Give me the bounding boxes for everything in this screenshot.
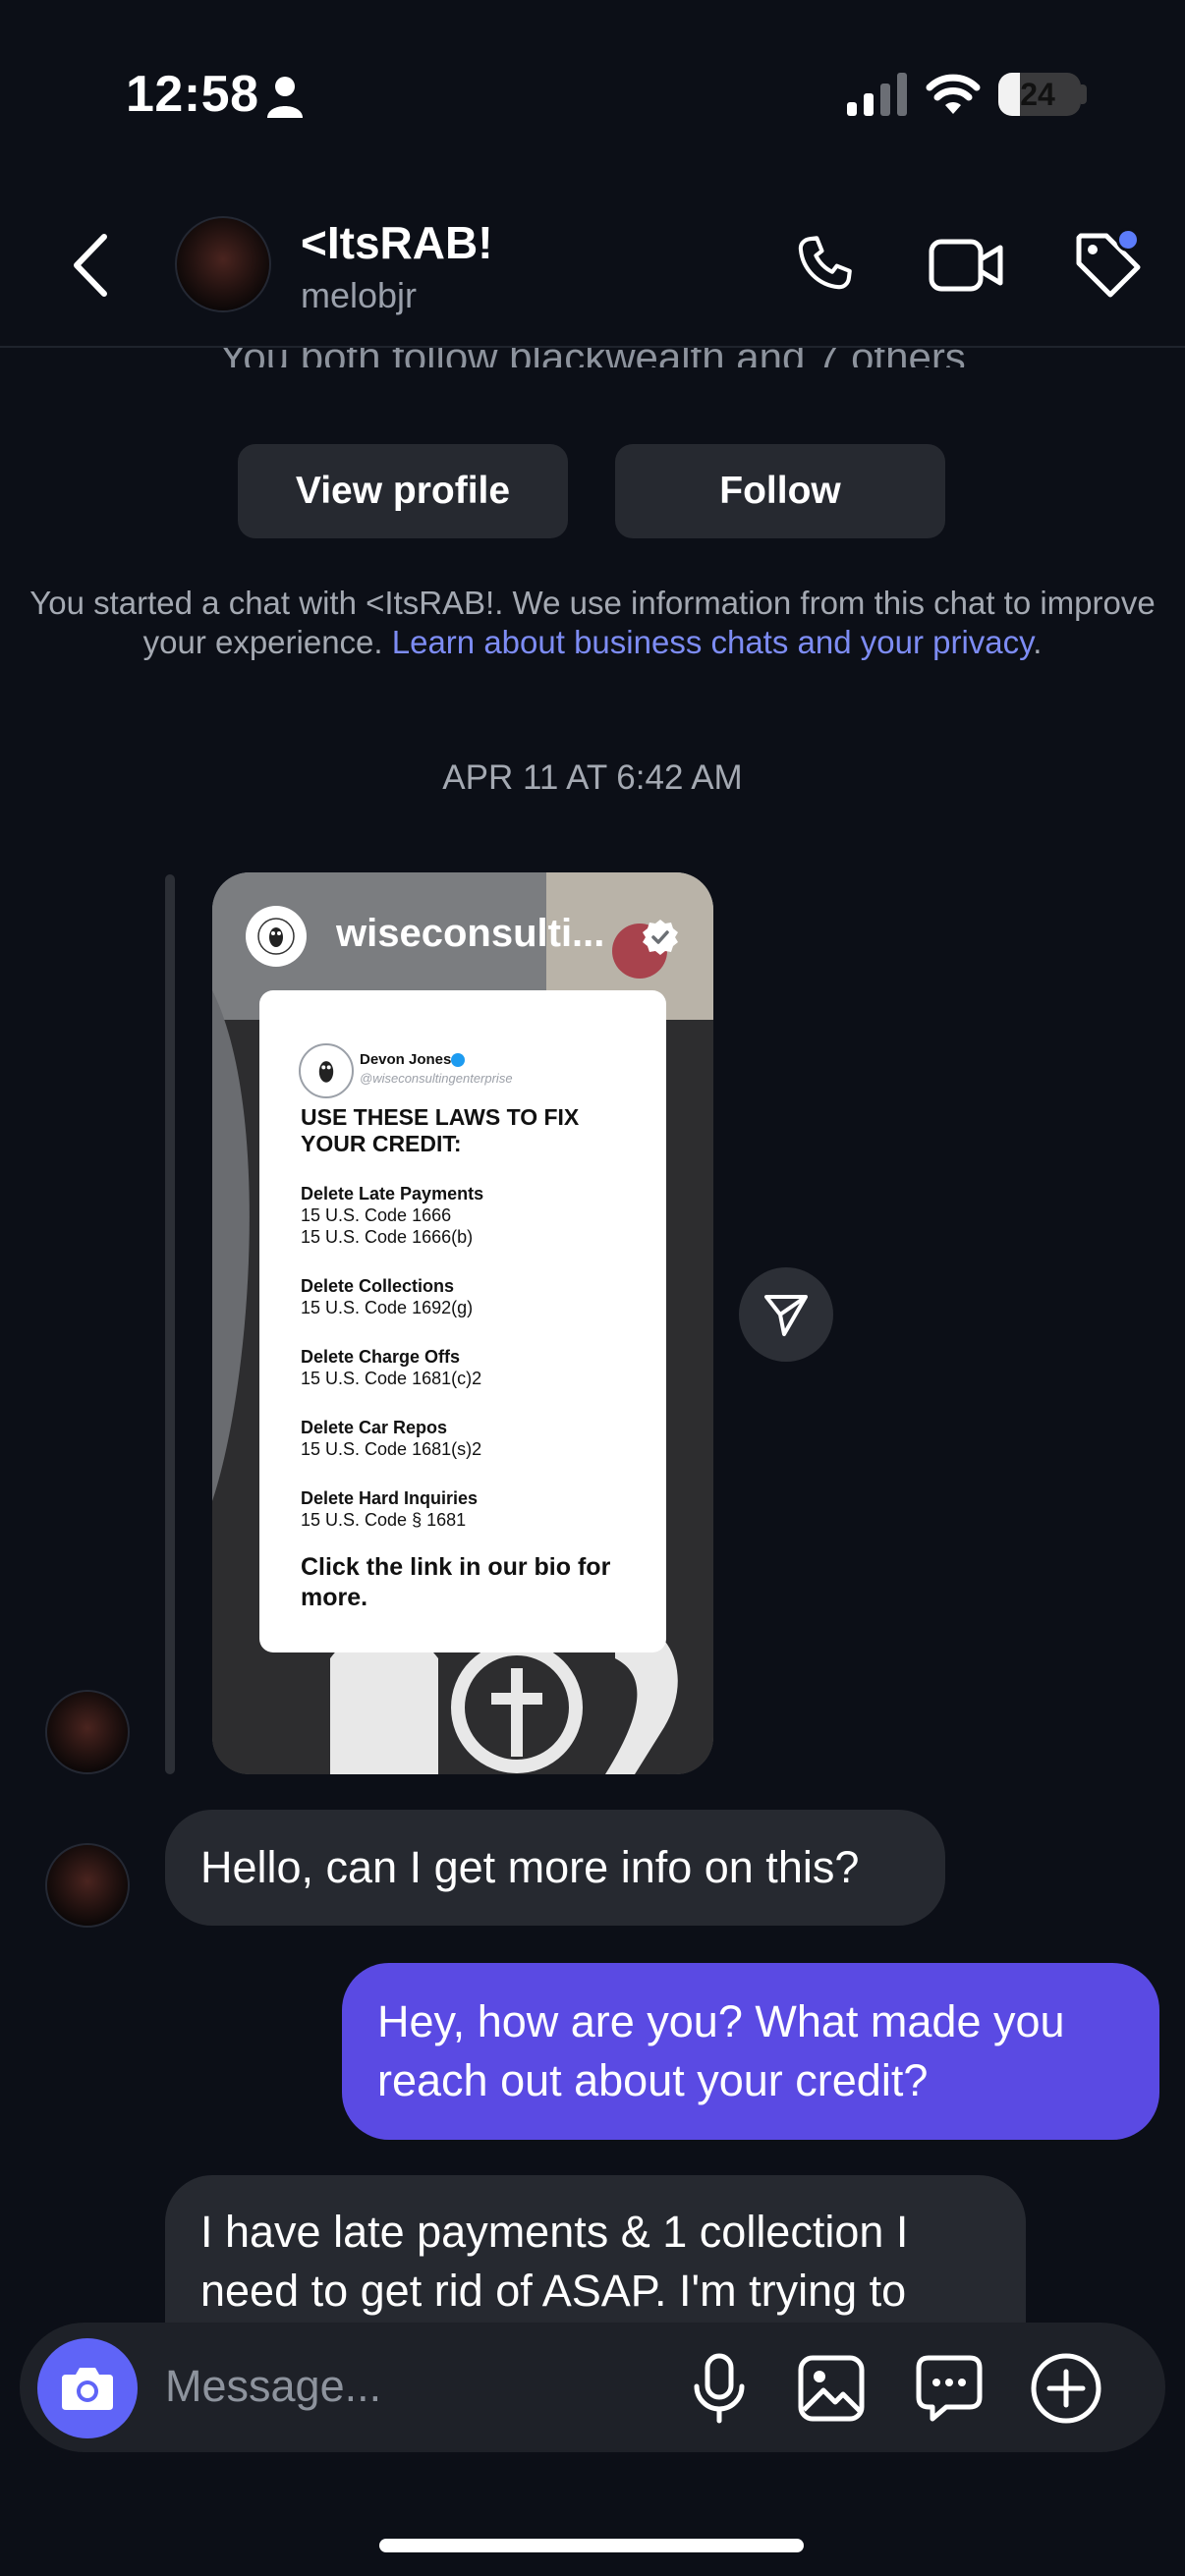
status-time: 12:58 — [126, 66, 259, 123]
law-item-line: 15 U.S. Code 1666 — [301, 1205, 452, 1225]
law-item: Delete Late Payments 15 U.S. Code 1666 1… — [301, 1183, 645, 1248]
tweet-author-handle: @wiseconsultingenterprise — [360, 1071, 513, 1086]
message-bubble-incoming[interactable]: Hello, can I get more info on this? — [165, 1810, 945, 1926]
battery-level: 24 — [1020, 77, 1055, 112]
gallery-icon — [798, 2355, 865, 2422]
message-bubble-outgoing[interactable]: Hey, how are you? What made you reach ou… — [342, 1963, 1159, 2140]
reply-bar — [165, 874, 175, 1774]
message-input[interactable] — [165, 2356, 656, 2417]
camera-icon — [62, 2368, 113, 2410]
law-item-title: Delete Collections — [301, 1276, 455, 1296]
law-item-line: 15 U.S. Code 1681(s)2 — [301, 1439, 482, 1459]
gallery-button[interactable] — [794, 2348, 869, 2429]
voice-message-button[interactable] — [688, 2348, 751, 2429]
sender-avatar[interactable] — [45, 1690, 130, 1774]
business-chat-notice: You started a chat with <ItsRAB!. We use… — [29, 584, 1156, 662]
message-timestamp: APR 11 AT 6:42 AM — [442, 758, 743, 797]
more-options-button[interactable] — [1026, 2348, 1106, 2429]
wifi-icon — [926, 74, 981, 114]
law-item-title: Delete Hard Inquiries — [301, 1488, 479, 1508]
microphone-icon — [694, 2353, 745, 2424]
owl-logo-icon — [257, 918, 295, 955]
view-profile-button[interactable]: View profile — [238, 444, 568, 538]
law-item-line: 15 U.S. Code 1666(b) — [301, 1227, 474, 1247]
privacy-link[interactable]: Learn about business chats and your priv… — [392, 624, 1033, 660]
follow-button[interactable]: Follow — [615, 444, 945, 538]
back-chevron-icon — [74, 234, 107, 297]
back-button[interactable] — [61, 226, 120, 305]
signal-icon — [847, 73, 907, 116]
sender-avatar[interactable] — [45, 1843, 130, 1928]
notice-end: . — [1033, 624, 1043, 660]
contact-handle[interactable]: melobjr — [301, 275, 417, 316]
owl-logo-icon — [318, 1061, 334, 1083]
law-item: Delete Car Repos 15 U.S. Code 1681(s)2 — [301, 1417, 645, 1460]
tweet-footer: Click the link in our bio for more. — [301, 1553, 611, 1611]
avatar[interactable] — [175, 216, 271, 312]
post-username[interactable]: wiseconsulti... — [336, 912, 631, 956]
tweet-author-name: Devon Jones — [360, 1051, 452, 1068]
law-item: Delete Charge Offs 15 U.S. Code 1681(c)2 — [301, 1346, 645, 1389]
phone-icon — [798, 236, 852, 290]
law-item: Delete Hard Inquiries 15 U.S. Code § 168… — [301, 1487, 645, 1531]
sticker-button[interactable] — [910, 2348, 988, 2429]
contact-name[interactable]: <ItsRAB! — [301, 216, 493, 269]
plus-icon — [1031, 2353, 1101, 2424]
law-item-line: 15 U.S. Code § 1681 — [301, 1510, 467, 1530]
person-icon — [267, 77, 303, 118]
post-author-avatar[interactable] — [246, 906, 307, 967]
tweet-author-avatar — [299, 1043, 354, 1098]
send-icon — [764, 1295, 808, 1336]
camera-button[interactable] — [37, 2338, 138, 2438]
video-call-button[interactable] — [924, 226, 1010, 305]
law-item-line: 15 U.S. Code 1681(c)2 — [301, 1369, 482, 1388]
battery-nub — [1081, 84, 1087, 104]
home-indicator[interactable] — [379, 2539, 804, 2552]
video-camera-icon — [929, 239, 1003, 292]
law-item: Delete Collections 15 U.S. Code 1692(g) — [301, 1275, 645, 1318]
law-item-title: Delete Charge Offs — [301, 1347, 461, 1367]
tweet-headline: USE THESE LAWS TO FIX YOUR CREDIT: — [301, 1104, 580, 1156]
share-post-button[interactable] — [739, 1267, 833, 1362]
verified-badge-icon — [643, 920, 678, 955]
law-item-title: Delete Car Repos — [301, 1418, 448, 1437]
sticker-icon — [916, 2355, 983, 2422]
voice-call-button[interactable] — [786, 226, 865, 305]
notification-dot — [1116, 228, 1140, 252]
law-item-title: Delete Late Payments — [301, 1184, 484, 1204]
law-item-line: 15 U.S. Code 1692(g) — [301, 1298, 474, 1317]
tweet-verified-icon — [451, 1053, 465, 1067]
